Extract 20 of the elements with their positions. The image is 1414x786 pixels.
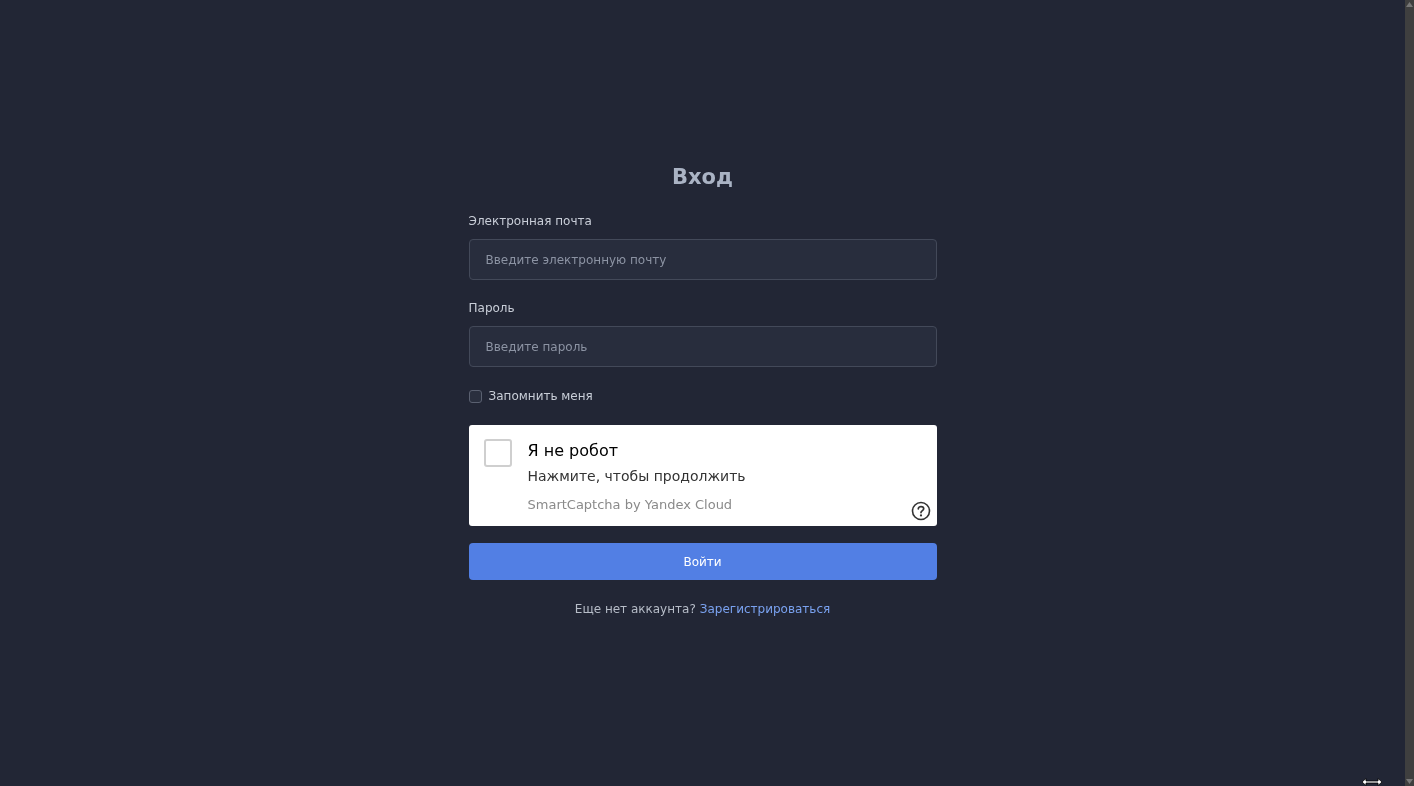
input-field[interactable]: Введите электронную почту bbox=[468, 239, 937, 280]
field-label: Пароль bbox=[468, 300, 516, 316]
register-link[interactable]: Зарегистрироваться bbox=[699, 600, 831, 618]
scroll-up-icon[interactable] bbox=[1406, 2, 1413, 7]
captcha-checkbox[interactable] bbox=[483, 439, 512, 467]
captcha-brand: SmartCaptcha by Yandex Cloud bbox=[527, 496, 734, 514]
captcha-widget[interactable]: Я не робот Нажмите, чтобы продолжить SmartCaptcha by Yandex Cloud bbox=[468, 425, 937, 526]
scrollbar[interactable] bbox=[1405, 0, 1414, 786]
captcha-subtitle: Нажмите, чтобы продолжить bbox=[527, 467, 746, 486]
captcha-title: Я не робот bbox=[527, 440, 619, 462]
input-field[interactable]: Введите пароль bbox=[468, 326, 937, 367]
login-button[interactable]: Войти bbox=[468, 543, 937, 580]
remember-checkbox[interactable] bbox=[468, 389, 482, 403]
field-label: Электронная почта bbox=[468, 213, 593, 229]
page-title: Вход bbox=[671, 164, 734, 191]
resize-cursor-icon bbox=[1361, 778, 1383, 786]
scroll-down-icon[interactable] bbox=[1406, 779, 1413, 784]
checkbox-label[interactable]: Запомнить меня bbox=[488, 387, 593, 405]
footer-text: Еще нет аккаунта? bbox=[574, 601, 696, 618]
help-icon[interactable] bbox=[910, 501, 931, 521]
